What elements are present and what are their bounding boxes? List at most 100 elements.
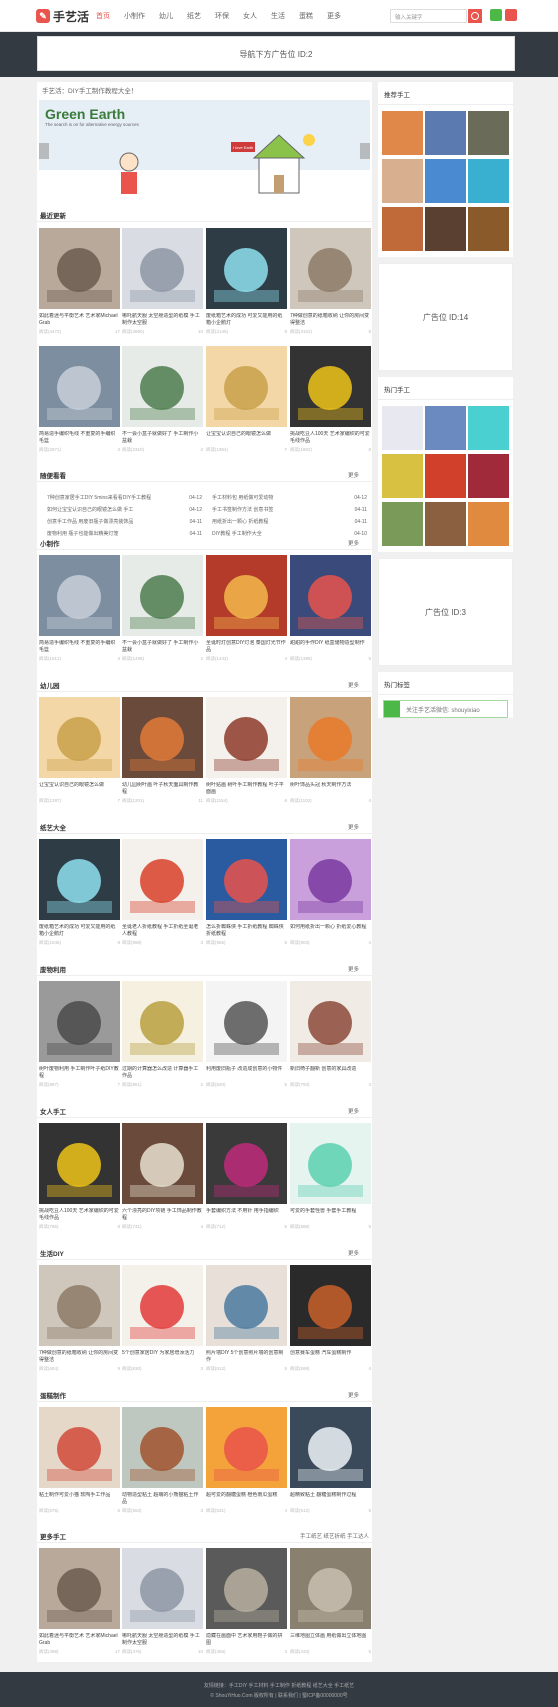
article-thumbnail[interactable] [39,1123,120,1204]
article-card[interactable]: 如何用纸折出一颗心 折纸爱心教程 阅读(903) 4 [290,839,371,946]
article-card[interactable]: 树叶饰品头冠 秋天制作方法 阅读(1102) 4 [290,697,371,804]
sidebar-thumbnail[interactable] [425,454,466,498]
article-card[interactable]: 过期的计算器怎么改造 计算器手工作品 阅读(851) 2 [122,981,203,1088]
article-thumbnail[interactable] [122,1407,203,1488]
article-card[interactable]: 废纸箱艺术的成功 可爱又能用的纸箱小企鹅灯 阅读(1045) 9 [39,839,120,946]
article-card[interactable]: 甜甜的手作DIY 纸盒储物造型制作 阅读(1385) 5 [290,555,371,662]
article-card[interactable]: 5个创意家居DIY 为家居增添活力 阅读(630) 3 [122,1265,203,1372]
news-link[interactable]: 手工材料包 用纸做可爱动物 [212,492,273,504]
nav-item[interactable]: 首页 [96,11,110,21]
article-thumbnail[interactable] [122,1265,203,1346]
sidebar-thumbnail[interactable] [468,502,509,546]
article-card[interactable]: 7种做创意的纸箱收纳 让你的房间变得整洁 阅读(3102) 9 [290,228,371,335]
article-card[interactable]: 三维地图立体画 用纸做出立体地图 阅读(433) 5 [290,1548,371,1655]
nav-item[interactable]: 女人 [243,11,257,21]
article-thumbnail[interactable] [206,1548,287,1629]
article-title[interactable]: 圣诞老人折纸教程 手工折纸圣诞老人教程 [122,924,203,938]
section-more-link[interactable]: 更多 [348,823,359,831]
article-title[interactable]: 超精致粘土 翻糖蛋糕制作过程 [290,1492,371,1506]
side-ad-3[interactable]: 广告位 ID:3 [378,558,513,666]
section-more-link[interactable]: 更多 [348,1249,359,1257]
article-card[interactable]: 粘土制作可爱小猫 软陶手工作品 阅读(575) 6 [39,1407,120,1514]
article-thumbnail[interactable] [39,346,120,427]
article-thumbnail[interactable] [290,1407,371,1488]
article-card[interactable]: 7种做创意的纸箱收纳 让你的房间变得整洁 阅读(654) 9 [39,1265,120,1372]
nav-item[interactable]: 幼儿 [159,11,173,21]
article-card[interactable]: 树叶废物利用 手工制作叶子纸DIY教程 阅读(887) 7 [39,981,120,1088]
nav-item[interactable]: 更多 [327,11,341,21]
news-link[interactable]: 废物利用 瓶子也能做出精美灯笼 [47,528,118,540]
article-thumbnail[interactable] [206,1265,287,1346]
article-title[interactable]: 三维地图立体画 用纸做出立体地图 [290,1633,371,1647]
article-title[interactable]: 废纸箱艺术的成功 可爱又能用的纸箱小企鹅灯 [206,313,287,327]
article-card[interactable]: 废纸箱艺术的成功 可爱又能用的纸箱小企鹅灯 阅读(2145) 9 [206,228,287,335]
article-card[interactable]: 隐藏在画面中 艺术家用鞋子做的拼图 阅读(455) 3 [206,1548,287,1655]
article-card[interactable]: 让宝宝认识自己的眼镜怎么做 阅读(1954) 7 [206,346,287,453]
article-title[interactable]: 树叶废物利用 手工制作叶子纸DIY教程 [39,1066,120,1080]
article-title[interactable]: 7种做创意的纸箱收纳 让你的房间变得整洁 [290,313,371,327]
sidebar-thumbnail[interactable] [425,502,466,546]
article-card[interactable]: 挑战吃豆人100天 艺术家编织的可爱毛线作品 阅读(1802) 8 [290,346,371,453]
section-more-link[interactable]: 手工纸艺 纸艺折纸 手工达人 [300,1532,369,1540]
slider-next-arrow[interactable] [360,143,370,159]
weibo-icon[interactable] [505,9,517,21]
article-thumbnail[interactable] [290,1548,371,1629]
article-title[interactable]: 怎么折蜘蛛侠 手工折纸教程 蜘蛛侠折纸教程 [206,924,287,938]
article-title[interactable]: 手套编织方法 不用针 用手指编织 [206,1208,287,1222]
article-thumbnail[interactable] [39,228,120,309]
sidebar-thumbnail[interactable] [382,406,423,450]
article-thumbnail[interactable] [206,228,287,309]
sidebar-thumbnail[interactable] [468,406,509,450]
article-thumbnail[interactable] [122,697,203,778]
section-more-link[interactable]: 更多 [348,1107,359,1115]
article-card[interactable]: 手套编织方法 不用针 用手指编织 阅读(712) 6 [206,1123,287,1230]
article-thumbnail[interactable] [39,1548,120,1629]
article-thumbnail[interactable] [206,697,287,778]
article-card[interactable]: 超可爱的翻糖蛋糕 橙色南瓜蛋糕 阅读(531) 4 [206,1407,287,1514]
search-button[interactable] [468,9,482,23]
article-thumbnail[interactable] [206,346,287,427]
article-title[interactable]: 过期的计算器怎么改造 计算器手工作品 [122,1066,203,1080]
sidebar-thumbnail[interactable] [425,159,466,203]
article-title[interactable]: 树叶饰品头冠 秋天制作方法 [290,782,371,796]
article-title[interactable]: 挑战吃豆人100天 艺术家编织的可爱毛线作品 [39,1208,120,1222]
ad-slot[interactable]: 广告位 ID:3 [378,558,513,666]
article-title[interactable]: 不一会小盒子就做好了 手工制作小盆栽 [122,640,203,654]
article-title[interactable]: 可爱的手套怪兽 手套手工教程 [290,1208,371,1222]
article-title[interactable]: 哪吒航天服 太空舱造型的纸模 手工制作太空服 [122,1633,203,1647]
article-card[interactable]: 圣诞老人折纸教程 手工折纸圣诞老人教程 阅读(998) 3 [122,839,203,946]
sidebar-thumbnail[interactable] [468,454,509,498]
article-title[interactable]: 圣诞时灯创意DIY灯泡 泰国灯光节作品 [206,640,287,654]
article-card[interactable]: 让宝宝认识自己的眼镜怎么做 阅读(1287) 7 [39,697,120,804]
article-thumbnail[interactable] [290,839,371,920]
site-logo[interactable]: ✎ 手艺活 [36,8,89,24]
section-more-link[interactable]: 更多 [348,471,359,479]
article-card[interactable]: 动物造型粘土 超萌的小熊猫粘土作品 阅读(553) 3 [122,1407,203,1514]
hero-slider[interactable]: Green Earth The search is on for alterna… [39,100,370,204]
article-title[interactable]: 创意赛车蛋糕 汽车蛋糕制作 [290,1350,371,1364]
article-title[interactable]: 哪吒航天服 太空舱造型的纸模 手工制作太空服 [122,313,203,327]
sidebar-thumbnail[interactable] [382,454,423,498]
article-title[interactable]: 利用废旧瓶子 改造成创意的小物件 [206,1066,287,1080]
article-title[interactable]: 如此着迷与平衡艺术 艺术家Michael Grab [39,313,120,327]
sidebar-thumbnail[interactable] [382,111,423,155]
article-title[interactable]: 粘土制作可爱小猫 软陶手工作品 [39,1492,120,1506]
article-title[interactable]: 甜甜的手作DIY 纸盒储物造型制作 [290,640,371,654]
article-card[interactable]: 如此着迷与平衡艺术 艺术家Michael Grab 阅读(4473) 17 [39,228,120,335]
article-card[interactable]: 不一会小盒子就做好了 手工制作小盆栽 阅读(1499) 2 [122,555,203,662]
wechat-icon[interactable] [490,9,502,21]
article-card[interactable]: 哪吒航天服 太空舱造型的纸模 手工制作太空服 阅读(476) 10 [122,1548,203,1655]
article-thumbnail[interactable] [290,555,371,636]
article-thumbnail[interactable] [206,839,287,920]
article-thumbnail[interactable] [39,981,120,1062]
article-title[interactable]: 幼儿园树叶画 叶子秋天面具制作教程 [122,782,203,796]
article-card[interactable]: 圣诞时灯创意DIY灯泡 泰国灯光节作品 阅读(1432) 4 [206,555,287,662]
sidebar-thumbnail[interactable] [425,207,466,251]
article-title[interactable]: 六个漂亮的DIY项链 手工饰品制作教程 [122,1208,203,1222]
sidebar-thumbnail[interactable] [382,502,423,546]
article-thumbnail[interactable] [122,981,203,1062]
article-card[interactable]: 树叶贴画 树叶手工制作教程 叶子平面画 阅读(1154) 6 [206,697,287,804]
article-card[interactable]: 挑战吃豆人100天 艺术家编织的可爱毛线作品 阅读(766) 8 [39,1123,120,1230]
article-card[interactable]: 新旧椅子翻新 创意的家具改造 阅读(793) 3 [290,981,371,1088]
section-more-link[interactable]: 更多 [348,539,359,547]
